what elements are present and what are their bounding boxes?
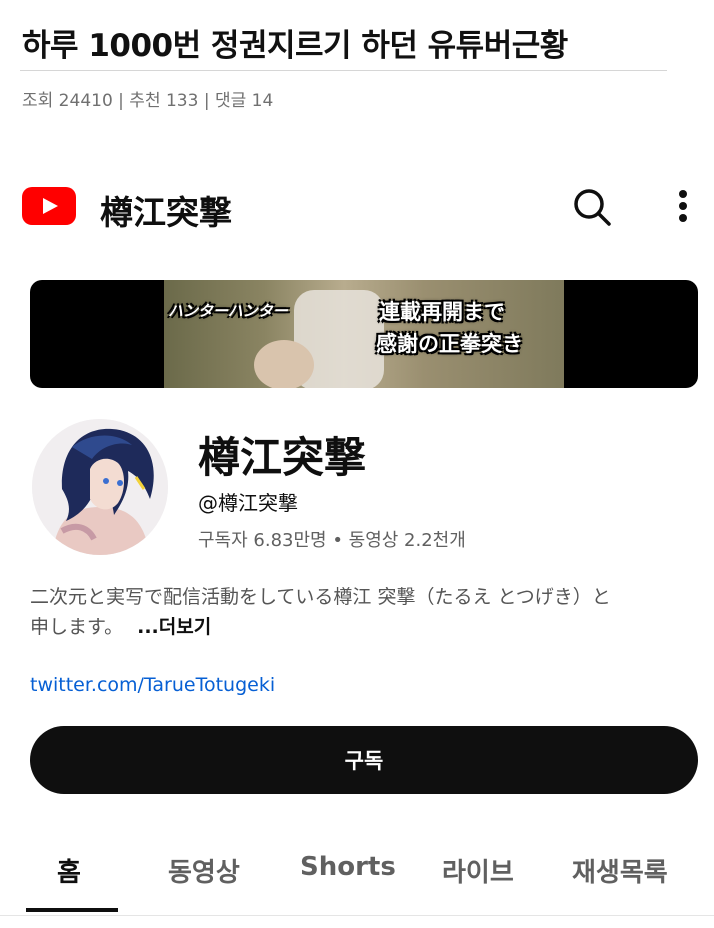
banner-caption-line1: 連載再開まで [379,299,505,324]
tab-videos[interactable]: 동영상 [168,852,240,889]
channel-banner: ハンターハンター 連載再開まで 感謝の正拳突き [30,280,698,388]
tab-home[interactable]: 홈 [57,852,81,889]
tab-live[interactable]: 라이브 [442,852,514,889]
banner-image: ハンターハンター 連載再開まで 感謝の正拳突き [164,280,564,388]
tab-playlists[interactable]: 재생목록 [572,852,668,889]
tab-shorts[interactable]: Shorts [300,852,396,882]
more-link[interactable]: ...더보기 [137,616,211,638]
channel-name: 樽江突撃 [198,433,367,482]
banner-caption-line2: 感謝の正拳突き [376,331,523,356]
more-vert-icon[interactable] [664,184,702,230]
appbar-channel-name: 樽江突撃 [100,193,232,232]
description-line1: 二次元と実写で配信活動をしている樽江 突撃（たるえ とつげき）と [30,586,611,608]
banner-caption-left: ハンターハンター [168,302,288,320]
post-divider [20,70,667,71]
channel-handle: @樽江突撃 [198,491,298,515]
channel-link[interactable]: twitter.com/TarueTotugeki [30,674,275,696]
active-tab-indicator [26,908,118,912]
post-meta: 조회 24410 | 추천 133 | 댓글 14 [22,91,274,111]
search-icon[interactable] [568,184,614,230]
post-title: 하루 1000번 정권지르기 하던 유튜버근황 [22,28,568,64]
channel-description[interactable]: 二次元と実写で配信活動をしている樽江 突撃（たるえ とつげき）と 申します。..… [30,582,695,642]
tabs-divider [0,915,714,916]
subscribe-button[interactable]: 구독 [30,726,698,794]
avatar[interactable] [32,419,168,555]
banner-fist [254,340,314,388]
channel-tabs: 홈 동영상 Shorts 라이브 재생목록 [0,838,714,916]
description-line2: 申します。 [30,616,124,638]
youtube-logo-icon[interactable] [22,187,76,225]
channel-stats: 구독자 6.83만명 • 동영상 2.2천개 [198,530,466,551]
